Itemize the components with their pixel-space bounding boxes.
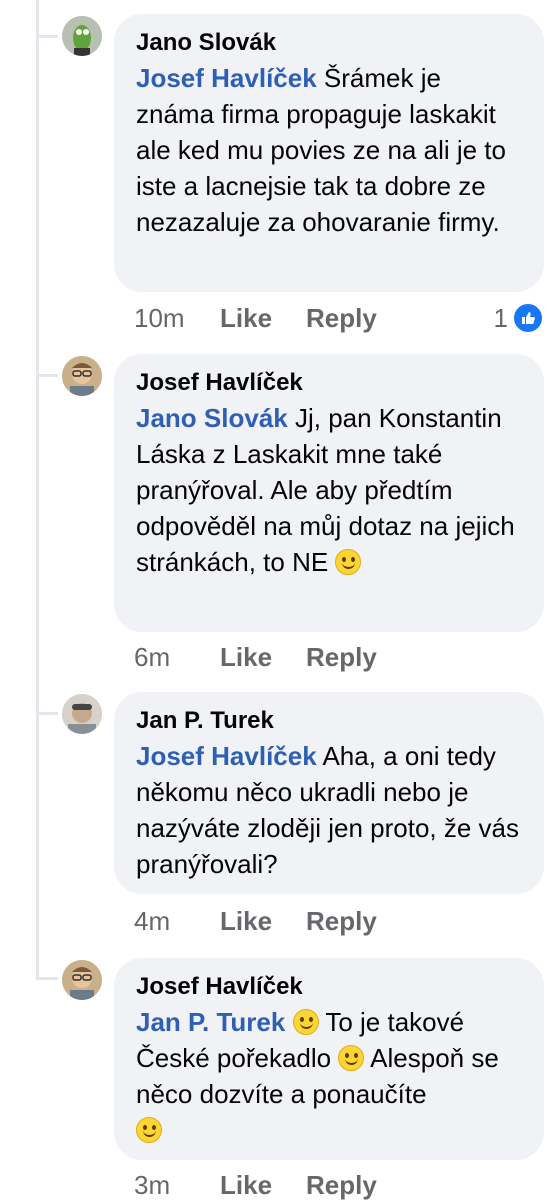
comment-bubble: Jano Slovák Josef Havlíček Šrámek je zná… — [114, 14, 544, 292]
reply-button[interactable]: Reply — [306, 906, 377, 937]
comment-time[interactable]: 3m — [134, 1170, 206, 1201]
reply-button[interactable]: Reply — [306, 642, 377, 673]
like-button[interactable]: Like — [220, 906, 306, 937]
smiley-emoji-icon — [136, 1117, 162, 1143]
comment-bubble: Jan P. Turek Josef Havlíček Aha, a oni t… — [114, 692, 544, 894]
like-thumb-icon — [512, 302, 544, 334]
comment-text: Jan P. Turek To je takové České pořekadl… — [136, 1004, 524, 1148]
comment-time[interactable]: 6m — [134, 642, 206, 673]
reaction-summary[interactable]: 1 — [494, 302, 544, 334]
like-button[interactable]: Like — [220, 642, 306, 673]
comment-author[interactable]: Josef Havlíček — [136, 972, 524, 1002]
avatar[interactable] — [62, 356, 102, 396]
avatar[interactable] — [62, 694, 102, 734]
mention-link[interactable]: Josef Havlíček — [136, 63, 317, 93]
mention-link[interactable]: Jano Slovák — [136, 403, 288, 433]
comment-actions: 4m Like Reply — [134, 906, 377, 937]
smiley-emoji-icon — [338, 1045, 365, 1071]
comment-author[interactable]: Josef Havlíček — [136, 368, 524, 398]
comment-text: Josef Havlíček Aha, a oni tedy někomu ně… — [136, 738, 524, 882]
like-button[interactable]: Like — [220, 303, 306, 334]
comment-author[interactable]: Jan P. Turek — [136, 706, 524, 736]
reaction-count: 1 — [493, 302, 508, 333]
comment-text: Jano Slovák Jj, pan Konstantin Láska z L… — [136, 400, 524, 580]
comment-bubble: Josef Havlíček Jan P. Turek To je takové… — [114, 958, 544, 1160]
comment-actions: 3m Like Reply — [134, 1170, 377, 1201]
like-button[interactable]: Like — [220, 1170, 306, 1201]
mention-link[interactable]: Josef Havlíček — [136, 741, 317, 771]
smiley-emoji-icon — [335, 549, 362, 575]
comment-bubble: Josef Havlíček Jano Slovák Jj, pan Konst… — [114, 354, 544, 632]
thread-branch — [36, 977, 58, 980]
thread-branch — [36, 35, 58, 38]
avatar[interactable] — [62, 16, 102, 56]
comment-actions: 10m Like Reply — [134, 303, 377, 334]
comment-time[interactable]: 4m — [134, 906, 206, 937]
comment-text: Josef Havlíček Šrámek je známa firma pro… — [136, 60, 524, 240]
smiley-emoji-icon — [292, 1009, 319, 1035]
avatar[interactable] — [62, 960, 102, 1000]
reply-button[interactable]: Reply — [306, 303, 377, 334]
thread-line — [36, 0, 39, 980]
comment-author[interactable]: Jano Slovák — [136, 28, 524, 58]
thread-branch — [36, 374, 58, 377]
mention-link[interactable]: Jan P. Turek — [136, 1007, 285, 1037]
thread-branch — [36, 712, 58, 715]
comment-actions: 6m Like Reply — [134, 642, 377, 673]
comment-time[interactable]: 10m — [134, 303, 206, 334]
reply-button[interactable]: Reply — [306, 1170, 377, 1201]
